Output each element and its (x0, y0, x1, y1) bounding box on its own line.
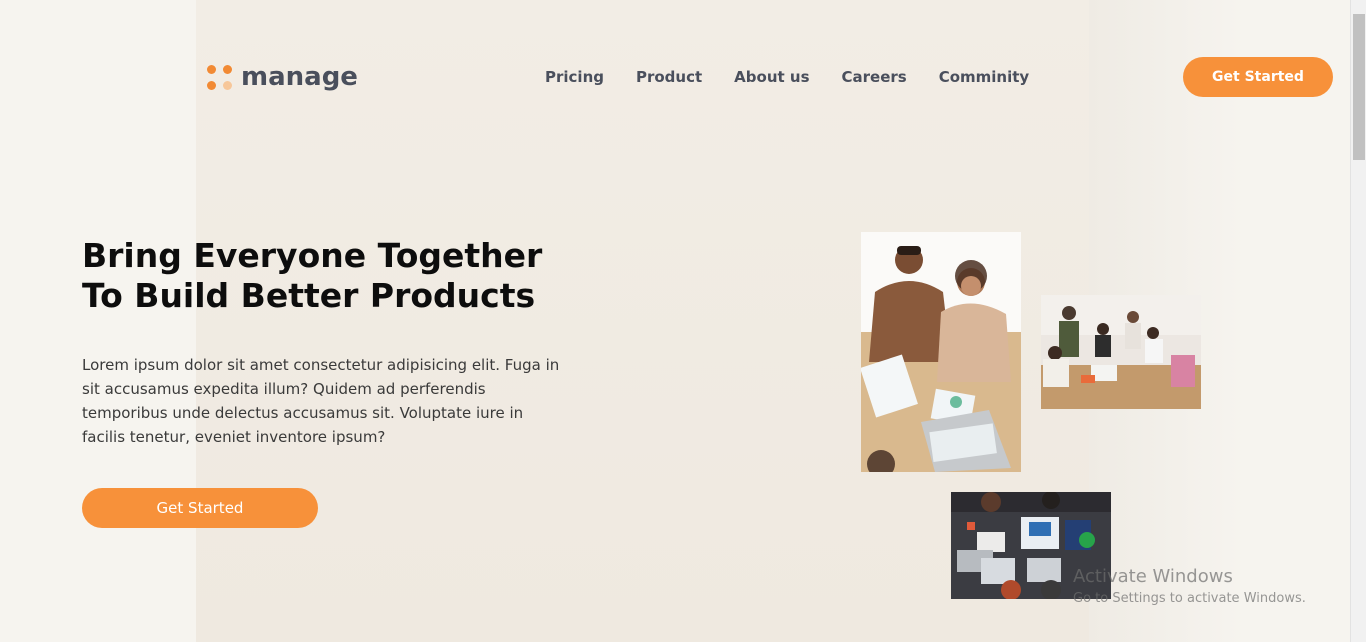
hero-headline: Bring Everyone Together To Build Better … (82, 236, 602, 316)
nav-item-pricing[interactable]: Pricing (545, 68, 604, 86)
team-meeting-photo (861, 232, 1021, 472)
page-scrollbar[interactable] (1350, 0, 1366, 642)
brand-logo[interactable]: manage (207, 62, 358, 92)
four-dots-logo-icon (207, 64, 232, 90)
nav-item-careers[interactable]: Careers (842, 68, 907, 86)
nav-item-about-us[interactable]: About us (734, 68, 809, 86)
hero-headline-line2: To Build Better Products (82, 276, 536, 315)
nav-item-comminity[interactable]: Comminity (939, 68, 1029, 86)
scrollbar-thumb[interactable] (1353, 14, 1365, 160)
nav-item-product[interactable]: Product (636, 68, 702, 86)
hero-description: Lorem ipsum dolor sit amet consectetur a… (82, 356, 560, 446)
group-collaboration-photo (1041, 295, 1201, 409)
hero-headline-line1: Bring Everyone Together (82, 236, 543, 275)
os-activation-watermark-subtitle: Go to Settings to activate Windows. (1073, 591, 1306, 606)
os-activation-watermark-title: Activate Windows (1073, 566, 1233, 587)
header-get-started-button[interactable]: Get Started (1183, 57, 1333, 97)
main-nav: Pricing Product About us Careers Commini… (545, 68, 1061, 86)
brand-name: manage (241, 62, 358, 92)
hero-get-started-button[interactable]: Get Started (82, 488, 318, 528)
